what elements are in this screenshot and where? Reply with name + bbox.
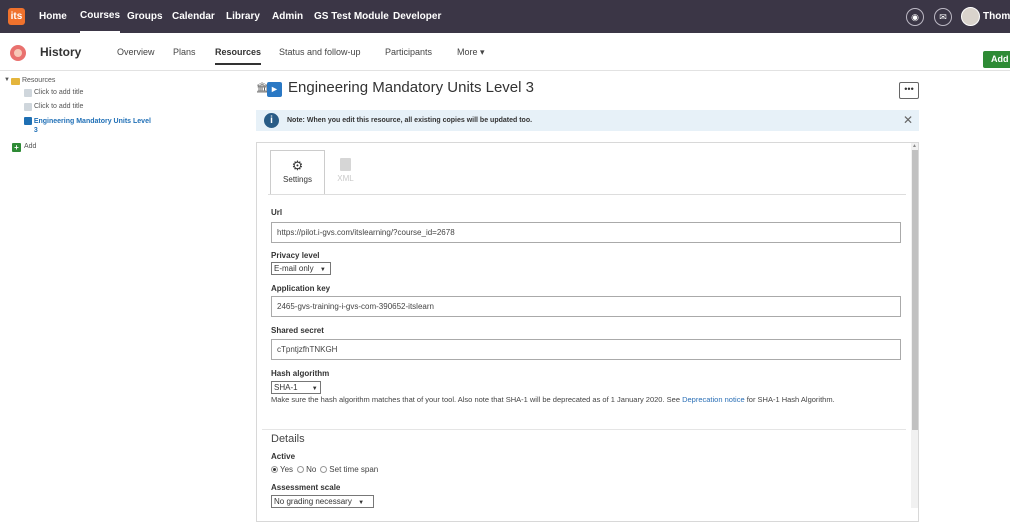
tab-settings[interactable]: ⚙ Settings: [270, 150, 325, 194]
user-name[interactable]: Thoma: [983, 0, 1010, 33]
tab-xml[interactable]: XML: [318, 150, 373, 194]
tab-overview[interactable]: Overview: [117, 33, 155, 71]
nav-groups[interactable]: Groups: [127, 0, 163, 33]
hash-help-text: Make sure the hash algorithm matches tha…: [271, 395, 906, 405]
tree-item-label: Click to add title: [34, 89, 84, 96]
messages-envelope-icon[interactable]: ✉: [934, 8, 952, 26]
tab-divider: [268, 194, 906, 195]
radio-time-span-label: Set time span: [329, 465, 379, 474]
more-options-button[interactable]: •••: [899, 82, 919, 99]
hash-help-text-part: for SHA-1 Hash Algorithm.: [744, 395, 835, 404]
radio-empty-icon: [297, 466, 305, 474]
user-avatar[interactable]: [961, 7, 980, 26]
tree-item-label: Engineering Mandatory Units Level 3: [33, 118, 151, 134]
nav-admin[interactable]: Admin: [272, 0, 303, 33]
tab-participants[interactable]: Participants: [385, 33, 432, 71]
edit-notice-banner: i Note: When you edit this resource, all…: [256, 110, 919, 131]
privacy-level-value: E-mail only: [274, 264, 314, 273]
course-icon: [10, 45, 26, 61]
expand-caret-icon[interactable]: ▼: [4, 77, 10, 83]
resource-title: Engineering Mandatory Units Level 3: [288, 79, 534, 96]
tree-item-selected[interactable]: Engineering Mandatory Units Level 3: [24, 117, 154, 135]
privacy-level-select[interactable]: E-mail only ▼: [271, 262, 331, 275]
info-icon: i: [264, 113, 279, 128]
plus-icon: +: [12, 143, 21, 152]
resource-icon: [24, 103, 32, 111]
tab-resources[interactable]: Resources: [215, 33, 262, 71]
resource-icon: [24, 89, 32, 97]
chevron-down-icon: ▼: [319, 267, 326, 273]
active-radio-group: Yes No Set time span: [271, 465, 378, 474]
radio-yes[interactable]: Yes: [271, 465, 293, 474]
tab-plans[interactable]: Plans: [173, 33, 196, 71]
tab-status-and-follow-up[interactable]: Status and follow-up: [279, 33, 361, 71]
tab-xml-label: XML: [337, 174, 354, 183]
radio-empty-icon: [320, 466, 328, 474]
notice-text: Note: When you edit this resource, all e…: [287, 117, 533, 124]
assessment-scale-value: No grading necessary: [274, 497, 352, 506]
tree-add-label: Add: [24, 143, 37, 150]
top-navigation-bar: its Home Courses Groups Calendar Library…: [0, 0, 1010, 33]
tree-item-label: Click to add title: [34, 103, 84, 110]
notifications-bell-icon[interactable]: ◉: [906, 8, 924, 26]
radio-yes-label: Yes: [280, 465, 294, 474]
scrollbar-thumb[interactable]: [912, 150, 918, 430]
deprecation-notice-link[interactable]: Deprecation notice: [682, 395, 745, 404]
tree-item-2[interactable]: Click to add title: [24, 103, 83, 111]
details-section-title: Details: [271, 433, 305, 445]
privacy-level-label: Privacy level: [271, 251, 320, 260]
external-resource-icon: ►: [267, 82, 282, 97]
tab-more[interactable]: More ▾: [457, 33, 485, 71]
chevron-down-icon: ▼: [358, 500, 365, 506]
scroll-up-arrow-icon[interactable]: ▲: [912, 143, 917, 149]
course-navigation-bar: History Overview Plans Resources Status …: [0, 33, 1010, 71]
shared-secret-label: Shared secret: [271, 326, 324, 335]
tree-root-resources[interactable]: ▼ Resources: [4, 77, 55, 85]
assessment-scale-label: Assessment scale: [271, 483, 341, 492]
tab-settings-label: Settings: [283, 175, 312, 184]
application-key-input[interactable]: 2465-gvs-training-i-gvs-com-390652-itsle…: [271, 296, 901, 317]
tree-root-label: Resources: [21, 77, 56, 84]
active-label: Active: [271, 452, 296, 461]
course-title[interactable]: History: [40, 33, 81, 71]
nav-developer[interactable]: Developer: [393, 0, 441, 33]
xml-file-icon: [340, 158, 351, 171]
section-divider: [262, 429, 906, 430]
radio-selected-icon: [271, 466, 278, 474]
nav-home[interactable]: Home: [39, 0, 67, 33]
url-label: Url: [271, 208, 283, 217]
radio-no[interactable]: No: [297, 465, 316, 474]
chevron-down-icon: ▼: [311, 386, 318, 392]
external-resource-icon: [24, 117, 32, 125]
assessment-scale-select[interactable]: No grading necessary ▼: [271, 495, 374, 508]
nav-courses[interactable]: Courses: [80, 0, 121, 33]
hash-algorithm-label: Hash algorithm: [271, 369, 330, 378]
hash-algorithm-value: SHA-1: [274, 383, 298, 392]
hash-help-text-part: Make sure the hash algorithm matches tha…: [271, 395, 683, 404]
nav-library[interactable]: Library: [226, 0, 260, 33]
radio-no-label: No: [306, 465, 317, 474]
close-icon[interactable]: ✕: [903, 111, 913, 130]
gear-icon: ⚙: [291, 158, 304, 173]
tree-item-1[interactable]: Click to add title: [24, 89, 83, 97]
nav-calendar[interactable]: Calendar: [172, 0, 215, 33]
radio-set-time-span[interactable]: Set time span: [320, 465, 378, 474]
hash-algorithm-select[interactable]: SHA-1 ▼: [271, 381, 321, 394]
shared-secret-input[interactable]: cTpntjzfhTNKGH: [271, 339, 901, 360]
url-input[interactable]: https://pilot.i-gvs.com/itslearning/?cou…: [271, 222, 901, 243]
add-button[interactable]: Add: [983, 51, 1010, 68]
tree-add[interactable]: + Add: [12, 143, 36, 152]
folder-icon: [10, 78, 20, 85]
itslearning-logo[interactable]: its: [8, 8, 25, 25]
application-key-label: Application key: [271, 284, 331, 293]
nav-gs-test-module[interactable]: GS Test Module: [314, 0, 389, 33]
